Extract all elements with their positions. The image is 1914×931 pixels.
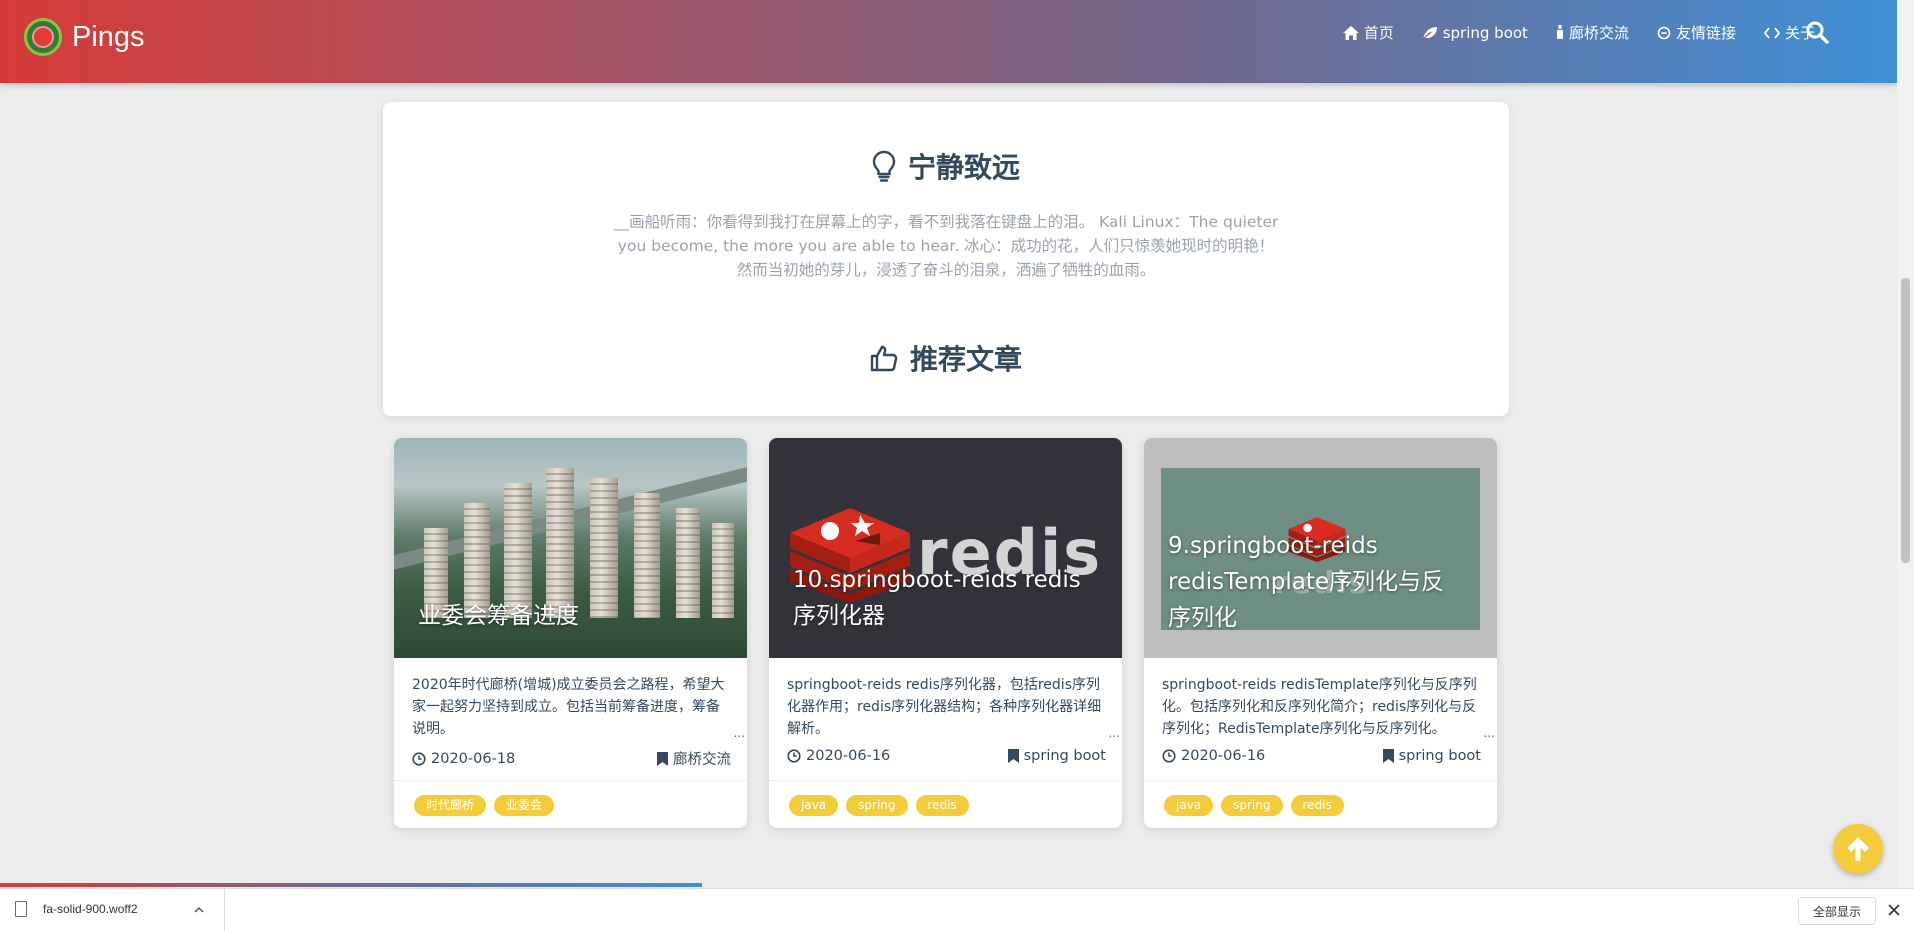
article-category[interactable]: spring boot — [1382, 748, 1481, 764]
code-icon — [1763, 26, 1780, 39]
leaf-icon — [1422, 26, 1437, 39]
article-tags: java spring redis — [1164, 795, 1344, 816]
nav-menu: 首页 spring boot 廊桥交流 友情链接 关于 — [1342, 22, 1815, 43]
summary-ellipsis: ... — [1483, 726, 1495, 740]
file-icon — [15, 901, 27, 917]
tag-chip[interactable]: redis — [1290, 795, 1344, 816]
back-to-top-button[interactable] — [1833, 824, 1883, 874]
nav-item-langqiao[interactable]: 廊桥交流 — [1556, 22, 1629, 43]
hero-title: 宁静致远 — [383, 146, 1509, 186]
nav-item-home[interactable]: 首页 — [1342, 22, 1394, 43]
article-card[interactable]: 业委会筹备进度 2020年时代廊桥(增城)成立委员会之路程，希望大家一起努力坚持… — [394, 438, 747, 828]
summary-ellipsis: ... — [733, 726, 745, 740]
tag-chip[interactable]: redis — [915, 795, 969, 816]
lightbulb-icon — [872, 150, 896, 182]
nav-item-label: 廊桥交流 — [1568, 24, 1629, 42]
thumbs-up-icon — [870, 345, 898, 372]
show-all-downloads-button[interactable]: 全部显示 — [1798, 897, 1876, 925]
nav-item-label: spring boot — [1442, 23, 1528, 42]
bookmark-icon — [657, 751, 668, 766]
nav-item-spring-boot[interactable]: spring boot — [1422, 24, 1528, 42]
article-category-text: spring boot — [1398, 748, 1481, 764]
watermelon-logo-icon — [24, 18, 62, 56]
building-shape — [546, 468, 574, 618]
brand[interactable]: Pings — [24, 18, 145, 56]
summary-ellipsis: ... — [1108, 726, 1120, 740]
article-meta: 2020-06-18 廊桥交流 — [412, 748, 731, 769]
navbar: Pings 首页 spring boot 廊桥交流 友情链接 关于 — [0, 0, 1897, 83]
nav-item-label: 友情链接 — [1675, 24, 1736, 42]
link-icon — [1657, 26, 1671, 39]
nav-item-label: 首页 — [1363, 24, 1394, 42]
article-thumbnail-redis[interactable]: redis 9.springboot-reids redisTemplate序列… — [1144, 438, 1497, 658]
reading-progress-fill — [0, 883, 702, 887]
article-date: 2020-06-18 — [412, 748, 515, 769]
article-thumbnail-buildings[interactable]: 业委会筹备进度 — [394, 438, 747, 658]
page-scrollbar[interactable] — [1897, 0, 1914, 888]
tag-chip[interactable]: 业委会 — [494, 795, 555, 816]
article-tags: java spring redis — [789, 795, 969, 816]
hero-title-text: 宁静致远 — [907, 151, 1020, 184]
download-shelf: fa-solid-900.woff2 全部显示 — [0, 888, 1914, 931]
article-thumbnail-redis[interactable]: redis 10.springboot-reids redis序列化器 — [769, 438, 1122, 658]
home-icon — [1342, 25, 1359, 40]
card-divider — [769, 780, 1122, 781]
reading-progress-bar — [0, 883, 1897, 887]
article-category[interactable]: 廊桥交流 — [657, 748, 731, 769]
tag-chip[interactable]: java — [1164, 795, 1214, 816]
building-shape — [590, 478, 618, 618]
article-category[interactable]: spring boot — [1007, 748, 1106, 764]
arrow-up-icon — [1847, 837, 1869, 861]
close-icon[interactable] — [1887, 903, 1901, 917]
search-icon[interactable] — [1805, 20, 1829, 44]
article-meta: 2020-06-16 spring boot — [787, 748, 1106, 764]
tag-chip[interactable]: spring — [1221, 795, 1283, 816]
article-date: 2020-06-16 — [1162, 748, 1265, 764]
card-divider — [394, 780, 747, 781]
article-meta: 2020-06-16 spring boot — [1162, 748, 1481, 764]
bookmark-icon — [1007, 749, 1019, 763]
article-date-text: 2020-06-18 — [431, 750, 516, 767]
article-card[interactable]: redis 9.springboot-reids redisTemplate序列… — [1144, 438, 1497, 828]
card-divider — [1144, 780, 1497, 781]
hero-quote: __画船听雨：你看得到我打在屏幕上的字，看不到我落在键盘上的泪。 Kali Li… — [613, 213, 1279, 279]
hero-card: 宁静致远 __画船听雨：你看得到我打在屏幕上的字，看不到我落在键盘上的泪。 Ka… — [383, 102, 1509, 416]
article-title[interactable]: 9.springboot-reids redisTemplate序列化与反序列化 — [1168, 528, 1467, 636]
article-category-text: 廊桥交流 — [673, 752, 731, 768]
nav-item-friend-links[interactable]: 友情链接 — [1657, 22, 1736, 43]
article-date: 2020-06-16 — [787, 748, 890, 764]
clock-icon — [1162, 749, 1176, 763]
article-summary: 2020年时代廊桥(增城)成立委员会之路程，希望大家一起努力坚持到成立。包括当前… — [412, 677, 725, 737]
section-title-text: 推荐文章 — [909, 343, 1022, 376]
tag-chip[interactable]: 时代廊桥 — [414, 795, 487, 816]
scrollbar-thumb[interactable] — [1901, 278, 1910, 563]
section-title-recommended: 推荐文章 — [383, 338, 1509, 378]
brand-name: Pings — [72, 20, 145, 53]
article-title[interactable]: 业委会筹备进度 — [418, 598, 723, 634]
article-date-text: 2020-06-16 — [1181, 748, 1266, 764]
tag-chip[interactable]: java — [789, 795, 839, 816]
article-date-text: 2020-06-16 — [806, 748, 891, 764]
bookmark-icon — [1382, 749, 1394, 763]
article-title[interactable]: 10.springboot-reids redis序列化器 — [793, 562, 1098, 634]
article-tags: 时代廊桥 业委会 — [414, 795, 555, 816]
article-summary: springboot-reids redis序列化器，包括redis序列化器作用… — [787, 677, 1102, 737]
chevron-up-icon[interactable] — [193, 904, 205, 916]
tag-chip[interactable]: spring — [846, 795, 908, 816]
article-summary: springboot-reids redisTemplate序列化与反序列化。包… — [1162, 677, 1477, 737]
clock-icon — [787, 749, 801, 763]
download-filename: fa-solid-900.woff2 — [43, 902, 138, 916]
clock-icon — [412, 751, 426, 766]
article-category-text: spring boot — [1023, 748, 1106, 764]
article-card[interactable]: redis 10.springboot-reids redis序列化器 spri… — [769, 438, 1122, 828]
bottle-icon — [1556, 25, 1563, 39]
download-item[interactable]: fa-solid-900.woff2 — [0, 889, 225, 931]
